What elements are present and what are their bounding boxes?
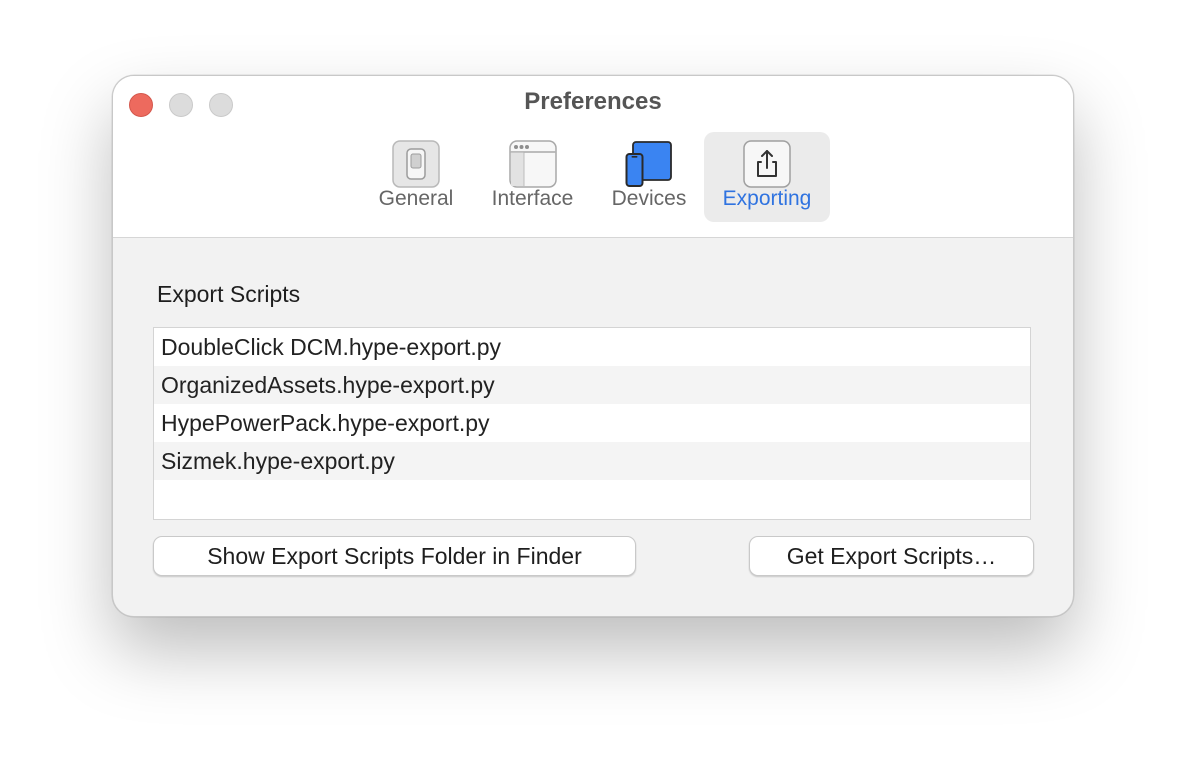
list-item[interactable]: DoubleClick DCM.hype-export.py [154, 328, 1030, 366]
tab-devices[interactable]: Devices [594, 132, 704, 222]
show-export-scripts-folder-button[interactable]: Show Export Scripts Folder in Finder [153, 536, 636, 576]
list-item[interactable]: HypePowerPack.hype-export.py [154, 404, 1030, 442]
tab-label: Exporting [722, 187, 812, 210]
get-export-scripts-button[interactable]: Get Export Scripts… [749, 536, 1034, 576]
tab-label: Interface [491, 187, 574, 210]
list-item[interactable]: Sizmek.hype-export.py [154, 442, 1030, 480]
tab-general[interactable]: General [361, 132, 471, 222]
share-export-icon [743, 140, 791, 188]
export-scripts-list[interactable]: DoubleClick DCM.hype-export.py Organized… [153, 327, 1031, 520]
window-layout-icon [508, 140, 557, 188]
tab-exporting[interactable]: Exporting [704, 132, 830, 222]
list-item[interactable]: OrganizedAssets.hype-export.py [154, 366, 1030, 404]
preferences-toolbar: General Interface Devices Exporting [361, 132, 830, 222]
export-scripts-heading: Export Scripts [157, 281, 301, 307]
tab-label: Devices [611, 187, 687, 210]
preferences-window: Preferences General Interface Devices Ex… [112, 75, 1074, 617]
window-title: Preferences [524, 88, 662, 115]
devices-icon [625, 141, 672, 187]
tab-label: General [378, 187, 454, 210]
toggle-switch-icon [392, 140, 440, 188]
tab-interface[interactable]: Interface [471, 132, 594, 222]
titlebar: Preferences General Interface Devices Ex… [113, 76, 1073, 238]
